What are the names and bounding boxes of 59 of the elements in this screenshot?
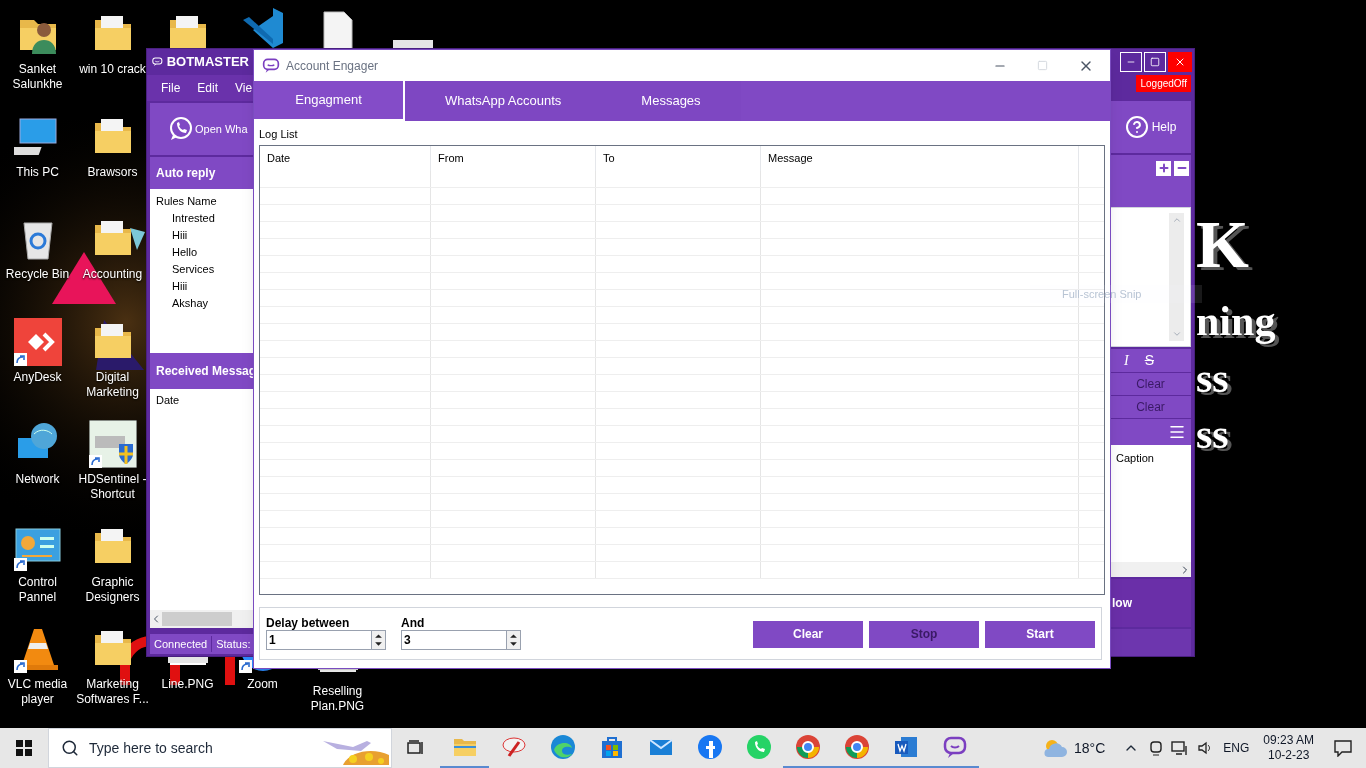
- field-label: And: [401, 616, 426, 630]
- rule-item[interactable]: Akshay: [156, 295, 248, 312]
- field-label: Delay between: [266, 616, 351, 630]
- status-badge: LoggedOff: [1136, 74, 1191, 92]
- rule-item[interactable]: Hiii: [156, 227, 248, 244]
- search-field[interactable]: Type here to search: [48, 728, 392, 768]
- wallpaper-text: K: [1196, 210, 1249, 278]
- menu-item[interactable]: Vie: [235, 79, 253, 97]
- column-header: Caption: [1115, 451, 1155, 467]
- language-indicator[interactable]: ENG: [1223, 739, 1250, 757]
- status-text: Status:: [215, 636, 252, 652]
- rule-item[interactable]: Services: [156, 261, 248, 278]
- menu-item[interactable]: File: [161, 79, 181, 97]
- action-button[interactable]: Clear: [753, 620, 863, 648]
- desktop-icon-label[interactable]: win 10 crack: [79, 62, 146, 77]
- number-field[interactable]: 3: [401, 630, 507, 650]
- column-header[interactable]: From: [431, 145, 596, 171]
- action-button[interactable]: Start: [985, 620, 1095, 648]
- wallpaper-text: ning: [1196, 300, 1276, 342]
- tab[interactable]: Engagment: [254, 81, 405, 121]
- strikethrough-button[interactable]: S: [1144, 350, 1154, 371]
- desktop-icon-label[interactable]: VLC media player: [0, 677, 75, 707]
- rule-item[interactable]: Hello: [156, 244, 248, 261]
- menu-item[interactable]: Edit: [197, 79, 219, 97]
- column-header[interactable]: To: [596, 145, 761, 171]
- desktop-icon-label[interactable]: Sanket Salunkhe: [0, 62, 75, 92]
- status-text: Connected: [150, 635, 213, 653]
- column-header: Rules Name: [156, 194, 218, 209]
- desktop-icon-label[interactable]: Reselling Plan.PNG: [300, 684, 375, 714]
- desktop-icon-label[interactable]: Zoom: [247, 677, 278, 692]
- desktop-icon-label[interactable]: Network: [15, 472, 60, 487]
- window-title: BOTMASTER: [166, 53, 249, 72]
- number-field[interactable]: 1: [266, 630, 372, 650]
- desktop-icon-label[interactable]: Recycle Bin: [5, 267, 70, 282]
- desktop-icon-label[interactable]: Graphic Designers: [75, 575, 150, 605]
- panel-title: Auto reply: [156, 165, 216, 182]
- desktop-icon-label[interactable]: Line.PNG: [161, 677, 214, 692]
- desktop-icon-label[interactable]: Marketing Softwares F...: [75, 677, 150, 707]
- clock-time: 09:23 AM: [1263, 733, 1314, 748]
- desktop-icon-label[interactable]: Brawsors: [87, 165, 138, 180]
- desktop-icon-label[interactable]: Control Pannel: [0, 575, 75, 605]
- wallpaper-text: ss: [1196, 413, 1229, 455]
- window-title: Account Engager: [286, 57, 379, 75]
- section-label: Log List: [259, 127, 299, 142]
- desktop-icon-label[interactable]: HDSentinel - Shortcut: [75, 472, 150, 502]
- temperature[interactable]: 18°C: [1074, 737, 1106, 759]
- desktop-icon-label[interactable]: Digital Marketing: [75, 370, 150, 400]
- desktop-icon-label[interactable]: This PC: [16, 165, 59, 180]
- desktop-icon-label[interactable]: AnyDesk: [13, 370, 62, 385]
- clock-date: 10-2-23: [1267, 748, 1310, 763]
- rule-item[interactable]: Hiii: [156, 278, 248, 295]
- italic-button[interactable]: I: [1124, 350, 1129, 371]
- rule-item[interactable]: Intrested: [156, 210, 248, 227]
- wallpaper-text: ss: [1196, 357, 1229, 399]
- action-button[interactable]: low: [1110, 594, 1132, 613]
- column-header: Date: [155, 393, 181, 408]
- clock[interactable]: 09:23 AM 10-2-23: [1263, 733, 1314, 763]
- column-header[interactable]: Message: [761, 145, 1079, 171]
- column-header[interactable]: Date: [260, 145, 431, 171]
